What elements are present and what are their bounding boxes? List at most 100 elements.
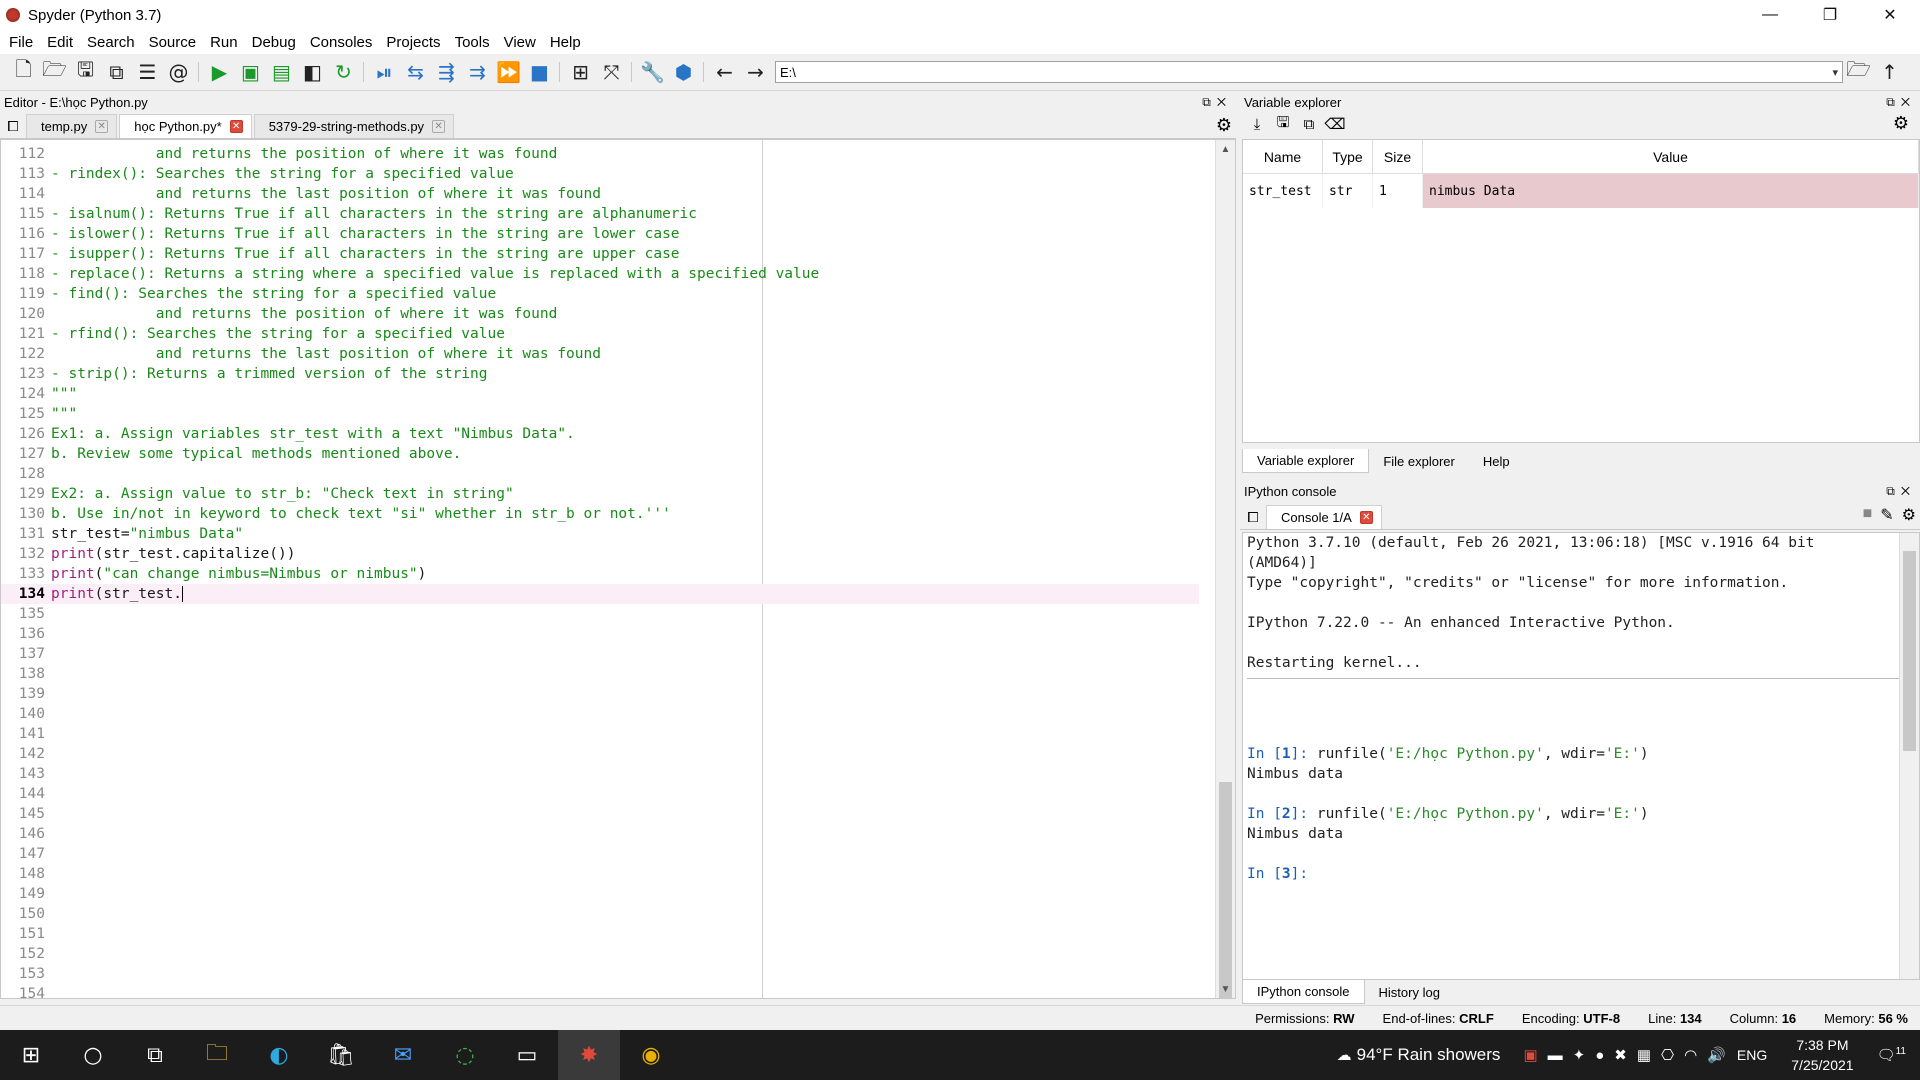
browse-tabs-icon[interactable]: ⧠ — [0, 114, 26, 138]
gear-icon[interactable]: ⚙ — [1902, 505, 1916, 525]
weather-text[interactable]: 94°F Rain showers — [1357, 1045, 1501, 1065]
open-file-icon[interactable]: 🗁 — [39, 57, 70, 86]
save-data-icon[interactable]: 🖫 — [1270, 112, 1296, 137]
file-explorer-icon[interactable]: 🗀 — [186, 1030, 248, 1080]
menu-file[interactable]: File — [2, 34, 40, 51]
menu-debug[interactable]: Debug — [245, 34, 303, 51]
parent-directory-icon[interactable]: ↑ — [1874, 58, 1905, 86]
tab-variable-explorer[interactable]: Variable explorer — [1242, 449, 1370, 473]
edge-browser-icon[interactable]: ◐ — [248, 1030, 310, 1080]
preferences-wrench-icon[interactable]: 🔧 — [637, 58, 668, 86]
menu-consoles[interactable]: Consoles — [303, 34, 380, 51]
close-tab-icon[interactable]: ✕ — [1359, 511, 1373, 524]
close-tab-icon[interactable]: ✕ — [95, 120, 109, 133]
run-icon[interactable]: ▶ — [204, 58, 235, 86]
new-file-icon[interactable]: 🗋 — [8, 57, 39, 86]
import-data-icon[interactable]: ⤓ — [1244, 116, 1270, 133]
console-output[interactable]: Python 3.7.10 (default, Feb 26 2021, 13:… — [1242, 532, 1920, 980]
rerun-icon[interactable]: ↻ — [328, 58, 359, 86]
tab-hoc-python-py[interactable]: học Python.py* ✕ — [119, 114, 252, 138]
search-icon[interactable]: ○ — [62, 1030, 124, 1080]
tab-ipython-console[interactable]: IPython console — [1242, 980, 1365, 1004]
step-return-icon[interactable]: ⇉ — [462, 58, 493, 86]
save-all-icon[interactable]: ⧉ — [101, 58, 132, 86]
tray-icon[interactable]: ▦ — [1632, 1046, 1656, 1064]
clear-console-icon[interactable]: ✎ — [1880, 505, 1893, 525]
stop-kernel-icon[interactable]: ■ — [1863, 505, 1873, 525]
chevron-down-icon[interactable]: ▾ — [1832, 66, 1838, 79]
pane-controls[interactable]: ⧉✕ — [1202, 95, 1232, 110]
windows-start-icon[interactable]: ⊞ — [0, 1030, 62, 1080]
pane-controls[interactable]: ⧉✕ — [1886, 95, 1916, 110]
run-cell-advance-icon[interactable]: ▤ — [266, 58, 297, 86]
pane-controls[interactable]: ⧉✕ — [1886, 484, 1916, 499]
notification-icon[interactable]: 🗨11 — [1872, 1046, 1920, 1064]
fullscreen-icon[interactable]: ⤧ — [596, 58, 627, 86]
scroll-up-icon[interactable]: ▲ — [1216, 140, 1235, 158]
maximize-pane-icon[interactable]: ⊞ — [565, 58, 596, 86]
tab-history-log[interactable]: History log — [1365, 980, 1454, 1004]
tab-temp-py[interactable]: temp.py ✕ — [26, 114, 118, 138]
run-cell-icon[interactable]: ▣ — [235, 58, 266, 86]
tab-string-methods-py[interactable]: 5379-29-string-methods.py ✕ — [253, 114, 455, 138]
code-editor[interactable]: 112 and returns the position of where it… — [0, 139, 1236, 999]
save-icon[interactable]: 🖫 — [70, 57, 101, 86]
weather-cloud-icon[interactable]: ☁ — [1332, 1046, 1357, 1064]
browse-directory-icon[interactable]: 🗁 — [1843, 57, 1874, 86]
save-data-as-icon[interactable]: ⧉ — [1296, 116, 1322, 133]
table-row[interactable]: str_test str 1 nimbus Data — [1243, 174, 1919, 208]
browse-tabs-icon[interactable]: ⧠ — [1240, 505, 1266, 529]
wifi-icon[interactable]: ◠ — [1679, 1046, 1702, 1064]
language-indicator[interactable]: ENG — [1731, 1047, 1773, 1063]
maximize-button[interactable]: ❐ — [1800, 0, 1860, 30]
webcam-icon[interactable]: ⎔ — [1656, 1046, 1679, 1064]
tray-icon[interactable]: ✖ — [1609, 1046, 1632, 1064]
minimize-button[interactable]: — — [1740, 0, 1800, 30]
menu-search[interactable]: Search — [80, 34, 142, 51]
step-icon[interactable]: ⇆ — [400, 58, 431, 86]
scroll-down-icon[interactable]: ▼ — [1216, 980, 1235, 998]
gear-icon[interactable]: ⚙ — [1888, 113, 1914, 134]
debug-icon[interactable]: ⏯ — [369, 58, 400, 86]
mail-icon[interactable]: ✉ — [372, 1030, 434, 1080]
close-tab-icon[interactable]: ✕ — [432, 120, 446, 133]
tray-icon[interactable]: ✦ — [1568, 1046, 1591, 1064]
console-scrollbar[interactable] — [1899, 533, 1919, 979]
store-icon[interactable]: 🛍 — [310, 1030, 372, 1080]
menu-help[interactable]: Help — [543, 34, 588, 51]
close-tab-icon[interactable]: ✕ — [229, 120, 243, 133]
app-tray-icon[interactable]: ▣ — [1518, 1046, 1542, 1064]
tab-file-explorer[interactable]: File explorer — [1369, 449, 1469, 473]
column-header-size[interactable]: Size — [1373, 140, 1423, 173]
tab-help[interactable]: Help — [1469, 449, 1524, 473]
menu-view[interactable]: View — [497, 34, 543, 51]
volume-icon[interactable]: 🔊 — [1702, 1046, 1731, 1064]
gear-icon[interactable]: ⚙ — [1216, 115, 1232, 136]
menu-edit[interactable]: Edit — [40, 34, 80, 51]
close-window-button[interactable]: ✕ — [1860, 0, 1920, 30]
stop-icon[interactable]: ■ — [524, 58, 555, 86]
menu-tools[interactable]: Tools — [448, 34, 497, 51]
clock[interactable]: 7:38 PM 7/25/2021 — [1773, 1035, 1871, 1075]
erase-icon[interactable]: ⌫ — [1322, 115, 1348, 133]
continue-icon[interactable]: ⏩ — [493, 58, 524, 86]
column-header-name[interactable]: Name — [1243, 140, 1323, 173]
scrollbar-thumb[interactable] — [1903, 551, 1916, 751]
tray-icon[interactable]: ▬ — [1543, 1047, 1568, 1064]
terminal-icon[interactable]: ▭ — [496, 1030, 558, 1080]
run-selection-icon[interactable]: ◧ — [297, 58, 328, 86]
at-icon[interactable]: @ — [163, 58, 194, 86]
task-view-icon[interactable]: ⧉ — [124, 1030, 186, 1080]
menu-run[interactable]: Run — [203, 34, 245, 51]
tab-console-1a[interactable]: Console 1/A ✕ — [1266, 505, 1382, 529]
loading-app-icon[interactable]: ◌ — [434, 1030, 496, 1080]
console-prompt-line[interactable]: In [3]: — [1243, 864, 1919, 884]
chrome-icon[interactable]: ◉ — [620, 1030, 682, 1080]
menu-source[interactable]: Source — [142, 34, 204, 51]
forward-arrow-icon[interactable]: → — [740, 58, 771, 86]
editor-scrollbar[interactable]: ▲ ▼ — [1215, 140, 1235, 998]
tray-icon[interactable]: ● — [1590, 1047, 1609, 1064]
back-arrow-icon[interactable]: ← — [709, 58, 740, 86]
menu-projects[interactable]: Projects — [379, 34, 447, 51]
spyder-taskbar-icon[interactable]: ✸ — [558, 1030, 620, 1080]
